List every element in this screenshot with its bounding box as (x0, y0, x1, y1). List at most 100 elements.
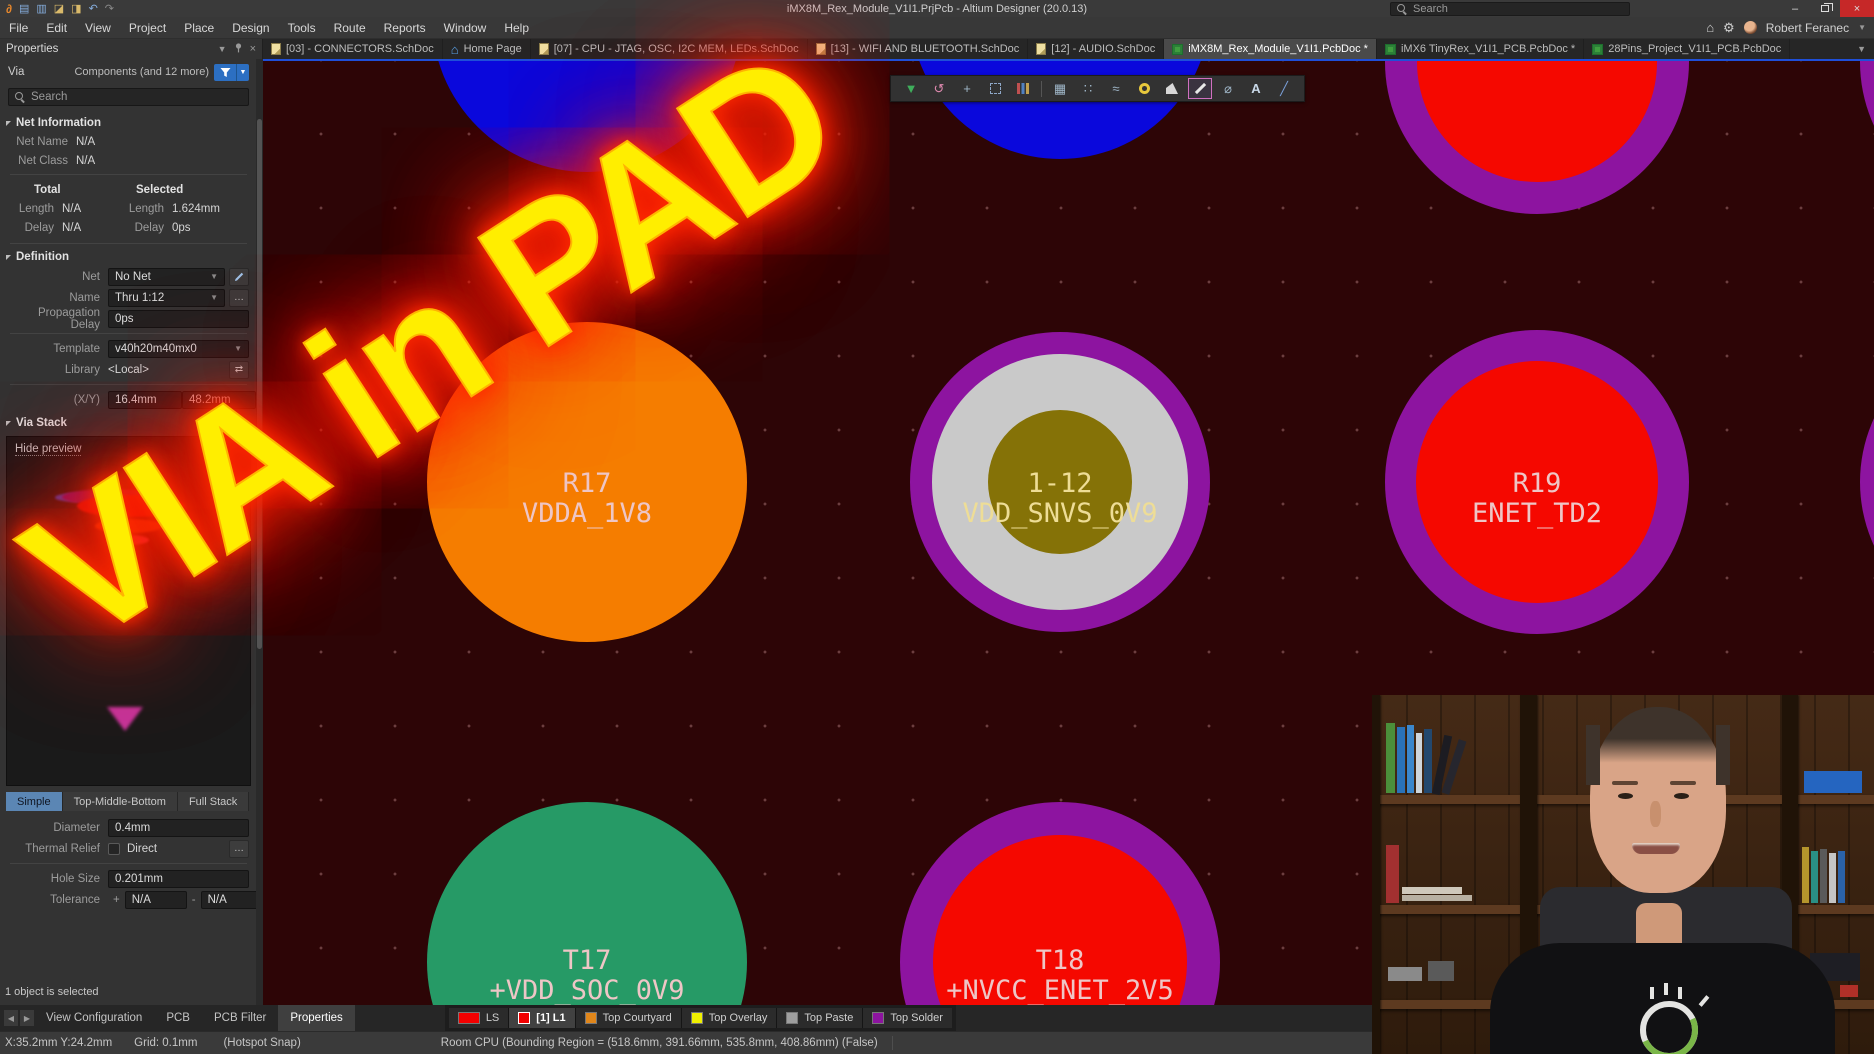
bottom-tab-view-configuration[interactable]: View Configuration (34, 1012, 154, 1024)
pad-blue-top-center[interactable] (910, 59, 1210, 159)
global-search-input[interactable]: Search (1390, 2, 1630, 16)
layer-tab-top-overlay[interactable]: Top Overlay (682, 1008, 778, 1028)
footprint-icon[interactable]: ∷ (1076, 78, 1100, 99)
text-string-icon[interactable]: A (1244, 78, 1268, 99)
pad-T18[interactable]: T18 +NVCC_ENET_2V5 (900, 802, 1220, 1005)
minimize-button[interactable]: – (1780, 0, 1810, 17)
panel-tabs-right-arrow[interactable]: ▶ (20, 1010, 34, 1026)
y-position-field[interactable]: 48.2mm (182, 391, 256, 409)
panel-pin-icon[interactable] (234, 43, 243, 55)
tab-top-middle-bottom[interactable]: Top-Middle-Bottom (63, 792, 178, 811)
section-net-information[interactable]: Net Information (4, 114, 253, 132)
via-name-select[interactable]: Thru 1:12▼ (108, 289, 225, 307)
bottom-tab-pcb[interactable]: PCB (154, 1012, 202, 1024)
filter-dropdown-icon[interactable]: ▼ (236, 64, 249, 81)
tab-imx8m-rex-pcbdoc[interactable]: iMX8M_Rex_Module_V1I1.PcbDoc * (1164, 39, 1377, 59)
polygon-icon[interactable] (1160, 78, 1184, 99)
component-icon[interactable]: ▦ (1048, 78, 1072, 99)
user-menu-chevron-icon[interactable]: ▼ (1858, 23, 1866, 32)
menu-file[interactable]: File (0, 21, 37, 35)
filter-funnel-button[interactable] (214, 64, 236, 81)
tab-cpu-schdoc[interactable]: [07] - CPU - JTAG, OSC, I2C MEM, LEDs.Sc… (531, 39, 808, 59)
pad-T17[interactable]: T17 +VDD_SOC_0V9 (427, 802, 747, 1005)
layer-tab-top-solder[interactable]: Top Solder (863, 1008, 952, 1028)
net-select[interactable]: No Net▼ (108, 268, 225, 286)
area-select-icon[interactable] (983, 78, 1007, 99)
tab-28pins-project-pcbdoc[interactable]: 28Pins_Project_V1I1_PCB.PcbDoc (1584, 39, 1790, 59)
menu-window[interactable]: Window (435, 21, 496, 35)
line-icon[interactable]: ╱ (1272, 78, 1296, 99)
panel-dropdown-icon[interactable]: ▼ (218, 44, 227, 54)
layer-tab-top-courtyard[interactable]: Top Courtyard (576, 1008, 682, 1028)
x-position-field[interactable]: 16.4mm (108, 391, 182, 409)
diameter-field[interactable]: 0.4mm (108, 819, 249, 837)
undo-icon[interactable]: ↶ (89, 2, 98, 15)
tab-home-page[interactable]: ⌂ Home Page (443, 39, 531, 59)
layer-tab-top-paste[interactable]: Top Paste (777, 1008, 863, 1028)
pad-edge-top-right[interactable] (1860, 59, 1874, 214)
section-definition[interactable]: Definition (4, 248, 253, 266)
pad-1-12[interactable]: 1-12 VDD_SNVS_0V9 (910, 332, 1210, 632)
edit-net-button[interactable] (229, 268, 249, 286)
menu-route[interactable]: Route (325, 21, 375, 35)
pad-R17[interactable]: R17 VDDA_1V8 (427, 322, 747, 642)
filter-icon[interactable]: ▼ (899, 78, 923, 99)
pad-blue-top-left[interactable] (432, 59, 742, 172)
signal-wave-icon[interactable]: ≈ (1104, 78, 1128, 99)
tolerance-minus-field[interactable]: N/A (201, 891, 263, 909)
redo-icon[interactable]: ↷ (105, 2, 114, 15)
open-document-icon[interactable]: ◨ (71, 2, 81, 15)
user-avatar[interactable] (1744, 21, 1757, 34)
thermal-relief-checkbox[interactable] (108, 843, 120, 855)
settings-gear-icon[interactable]: ⚙ (1723, 20, 1735, 36)
pad-edge-middle-right[interactable] (1860, 330, 1874, 634)
panel-scrollbar[interactable] (256, 59, 263, 1005)
properties-search-input[interactable]: Search (8, 88, 249, 106)
pad-red-top-right[interactable] (1385, 59, 1689, 214)
name-more-button[interactable]: … (229, 289, 249, 307)
propagation-delay-field[interactable]: 0ps (108, 310, 249, 328)
library-link-icon[interactable]: ⇄ (229, 361, 249, 379)
hole-size-field[interactable]: 0.201mm (108, 870, 249, 888)
tab-list-chevron-icon[interactable]: ▼ (1849, 44, 1874, 54)
pad-stack-icon[interactable] (1011, 78, 1035, 99)
via-icon[interactable] (1132, 78, 1156, 99)
save-icon[interactable]: ▤ (19, 2, 29, 15)
pad-R19[interactable]: R19 ENET_TD2 (1385, 330, 1689, 634)
tab-imx6-tinyrex-pcbdoc[interactable]: iMX6 TinyRex_V1I1_PCB.PcbDoc * (1377, 39, 1584, 59)
menu-reports[interactable]: Reports (375, 21, 435, 35)
menu-project[interactable]: Project (120, 21, 175, 35)
tab-full-stack[interactable]: Full Stack (178, 792, 249, 811)
lasso-select-icon[interactable]: ↺ (927, 78, 951, 99)
home-icon[interactable]: ⌂ (1706, 20, 1714, 35)
panel-tabs-left-arrow[interactable]: ◀ (4, 1010, 18, 1026)
menu-help[interactable]: Help (495, 21, 538, 35)
layer-tab-l1[interactable]: [1] L1 (509, 1008, 575, 1028)
measure-icon[interactable]: ⌀ (1216, 78, 1240, 99)
tab-audio-schdoc[interactable]: [12] - AUDIO.SchDoc (1028, 39, 1164, 59)
menu-view[interactable]: View (76, 21, 120, 35)
section-via-stack[interactable]: Via Stack (4, 414, 253, 432)
tab-wifi-bluetooth-schdoc[interactable]: [13] - WIFI AND BLUETOOTH.SchDoc (808, 39, 1029, 59)
open-icon[interactable]: ◪ (54, 2, 64, 15)
restore-button[interactable] (1810, 0, 1840, 17)
menu-design[interactable]: Design (223, 21, 278, 35)
panel-scrollbar-thumb[interactable] (257, 119, 262, 649)
filter-scope-label[interactable]: Components (and 12 more) (74, 66, 209, 78)
menu-tools[interactable]: Tools (279, 21, 325, 35)
layer-tab-ls[interactable]: LS (449, 1008, 509, 1028)
close-button[interactable]: × (1840, 0, 1874, 17)
menu-place[interactable]: Place (175, 21, 223, 35)
draw-pencil-icon[interactable] (1188, 78, 1212, 99)
user-name[interactable]: Robert Feranec (1766, 21, 1849, 35)
save-all-icon[interactable]: ▥ (36, 2, 46, 15)
tab-connectors-schdoc[interactable]: [03] - CONNECTORS.SchDoc (263, 39, 443, 59)
hide-preview-link[interactable]: Hide preview (15, 443, 81, 456)
menu-edit[interactable]: Edit (37, 21, 76, 35)
bottom-tab-pcb-filter[interactable]: PCB Filter (202, 1012, 278, 1024)
template-select[interactable]: v40h20m40mx0▼ (108, 340, 249, 358)
thermal-more-button[interactable]: … (229, 840, 249, 858)
bottom-tab-properties[interactable]: Properties (278, 1005, 354, 1031)
panel-close-icon[interactable]: × (250, 43, 256, 55)
tab-simple[interactable]: Simple (6, 792, 63, 811)
